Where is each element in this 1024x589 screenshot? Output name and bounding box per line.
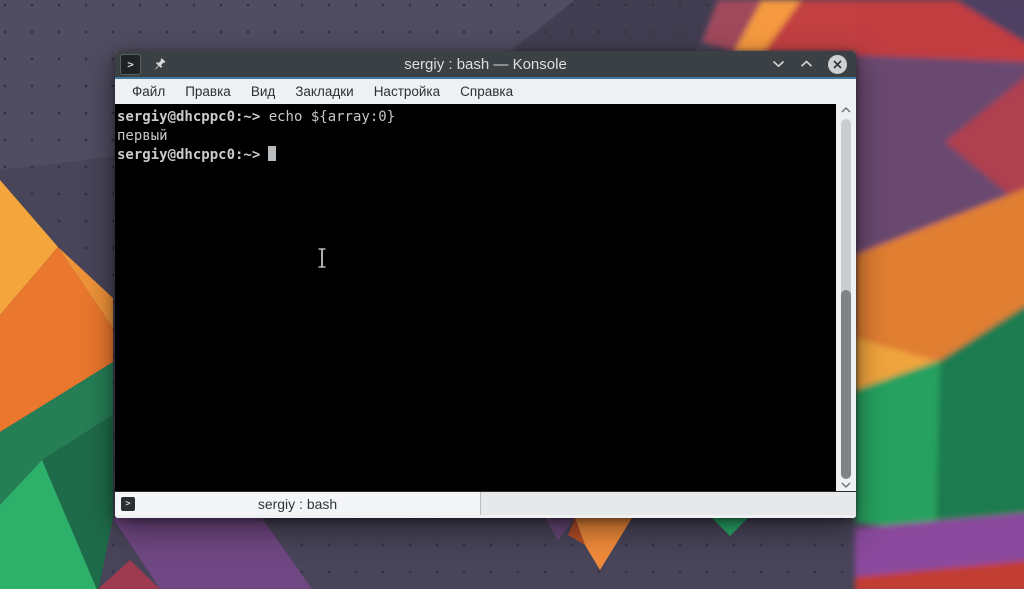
terminal-line-command: sergiy@dhcppc0:~> echo ${array:0} [117,108,836,127]
menu-file[interactable]: Файл [122,81,175,102]
tab-sergiy-bash[interactable]: > sergiy : bash [115,492,481,515]
scrollbar-down-icon[interactable] [841,482,851,488]
maximize-button[interactable] [800,60,813,68]
menu-settings[interactable]: Настройка [364,81,450,102]
menu-bookmarks[interactable]: Закладки [285,81,363,102]
terminal-line-prompt: sergiy@dhcppc0:~> [117,146,836,165]
terminal-output-area[interactable]: sergiy@dhcppc0:~> echo ${array:0} первый … [115,104,836,491]
close-button[interactable] [828,54,847,74]
terminal-scrollbar[interactable] [836,104,856,491]
typed-command: echo ${array:0} [268,109,396,125]
shell-prompt: sergiy@dhcppc0:~> [117,109,261,125]
pin-icon[interactable] [152,57,167,72]
menu-edit[interactable]: Правка [175,81,241,102]
terminal-line-output: первый [117,128,168,144]
konsole-app-icon: > [120,53,141,75]
minimize-button[interactable] [772,60,785,68]
window-controls [772,54,856,74]
ibeam-text-cursor [318,248,326,268]
menu-help[interactable]: Справка [450,81,523,102]
scrollbar-thumb[interactable] [841,289,851,480]
window-title: sergiy : bash — Konsole [404,55,567,73]
konsole-window: > sergiy : bash — Konsole Файл Правка Ви… [115,51,856,518]
tab-terminal-icon: > [121,496,135,511]
close-icon [833,59,842,69]
terminal-row: sergiy@dhcppc0:~> echo ${array:0} первый … [115,104,856,491]
terminal-block-cursor [268,146,277,161]
menubar: Файл Правка Вид Закладки Настройка Справ… [115,79,856,104]
scrollbar-up-icon[interactable] [841,107,851,113]
shell-prompt: sergiy@dhcppc0:~> [117,147,261,163]
window-bottom-edge [115,515,856,518]
tab-label: sergiy : bash [257,495,338,512]
chevron-down-icon [772,60,785,68]
titlebar[interactable]: > sergiy : bash — Konsole [115,51,856,77]
chevron-up-icon [800,60,813,67]
menu-view[interactable]: Вид [241,81,285,102]
tab-bar: > sergiy : bash [115,491,856,515]
desktop: > sergiy : bash — Konsole Файл Правка Ви… [0,0,1024,589]
